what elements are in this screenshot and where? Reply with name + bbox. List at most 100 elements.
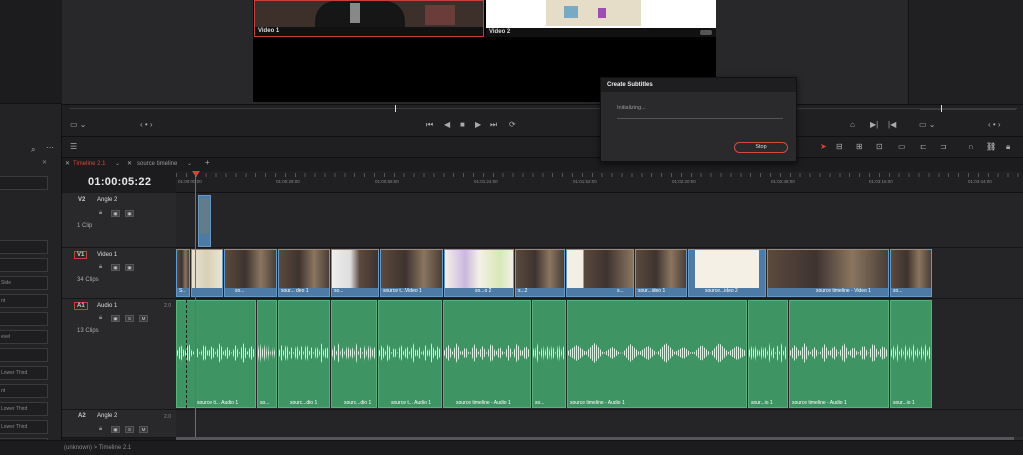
audio-clip[interactable]: so... <box>257 300 277 408</box>
link-icon[interactable]: ⛓ <box>986 142 996 151</box>
left-field[interactable] <box>0 258 48 272</box>
stop-button[interactable]: Stop <box>734 142 788 153</box>
match-frame-icon[interactable]: ⌂ <box>850 120 855 129</box>
left-item[interactable]: Lower Third <box>0 366 48 380</box>
video-clip[interactable]: source t...Video 1 <box>380 249 443 297</box>
blade-tool-icon[interactable]: ⊡ <box>876 142 883 151</box>
chevron-down-icon[interactable]: ⌄ <box>115 160 120 169</box>
lock-icon[interactable]: 🔒︎ <box>1006 142 1010 152</box>
playhead[interactable] <box>195 171 196 440</box>
video-clip[interactable]: so... <box>224 249 277 297</box>
skip-end-icon[interactable]: ⏭ <box>490 120 497 130</box>
auto-select-icon[interactable]: ▣ <box>111 264 120 271</box>
snapping-icon[interactable]: ∩ <box>968 142 974 151</box>
video-clip-v2[interactable] <box>198 195 211 247</box>
auto-select-icon[interactable]: ▣ <box>111 315 120 322</box>
tab-timeline[interactable]: Timeline 2.1 <box>73 160 105 169</box>
left-item[interactable]: nt <box>0 384 48 398</box>
angle-video-2[interactable]: Video 2 <box>486 0 716 37</box>
enable-track-icon[interactable]: ▣ <box>125 264 134 271</box>
enable-track-icon[interactable]: ▣ <box>125 210 134 217</box>
left-field[interactable] <box>0 176 48 190</box>
audio-clip[interactable]: sour...io 1 <box>748 300 788 408</box>
left-field[interactable] <box>0 312 48 326</box>
audio-clip[interactable]: sour...io 1 <box>890 300 932 408</box>
track-id[interactable]: V1 <box>74 251 88 259</box>
track-header-v1[interactable]: V1 Video 1 🔒︎ ▣ ▣ 34 Clips <box>62 248 176 299</box>
video-clip[interactable]: sour...ideo 1 <box>635 249 687 297</box>
viewer-mode-icon[interactable]: ▭ ⌄ <box>70 120 86 129</box>
left-item[interactable]: evel <box>0 330 48 344</box>
timeline-path[interactable]: (unknown) > Timeline 2.1 <box>64 445 131 451</box>
video-clip[interactable]: so...o 2 <box>444 249 514 297</box>
skip-start-icon[interactable]: ⏮ <box>426 120 433 130</box>
audio-clip[interactable]: sourc...dio 1 <box>278 300 330 408</box>
audio-clip[interactable]: sourc...dio 1 <box>331 300 377 408</box>
video-clip[interactable]: s...2 <box>515 249 565 297</box>
nav-arrows-icon[interactable]: ‹ • › <box>140 120 153 129</box>
video-clip[interactable]: S.. <box>176 249 190 297</box>
solo-button[interactable]: S <box>125 426 134 433</box>
audio-clip[interactable]: source timeline - Audio 1 <box>443 300 531 408</box>
stop-icon[interactable]: ■ <box>460 120 465 129</box>
left-item[interactable]: nt <box>0 294 48 308</box>
tab-source-timeline[interactable]: source timeline <box>137 160 177 169</box>
video-clip[interactable]: s... <box>566 249 634 297</box>
angle-video-1[interactable]: Video 1 <box>254 0 484 37</box>
jog-track[interactable] <box>920 109 1016 110</box>
nav-arrows-icon[interactable]: ‹ • › <box>988 120 1001 129</box>
close-icon[interactable]: ✕ <box>42 159 47 166</box>
solo-button[interactable]: S <box>125 315 134 322</box>
jog-handle[interactable] <box>941 105 942 112</box>
trim-tool-icon[interactable]: ⊟ <box>836 142 843 151</box>
left-item[interactable]: Lower Third <box>0 402 48 416</box>
dynamic-trim-icon[interactable]: ⊞ <box>856 142 863 151</box>
video-clip[interactable]: so... <box>890 249 932 297</box>
viewer-mode-icon[interactable]: ▭ ⌄ <box>919 120 935 129</box>
prev-icon[interactable]: |◀ <box>888 120 896 129</box>
audio-clip[interactable]: source ti... Audio 1 <box>176 300 256 408</box>
timeline-ruler[interactable]: 01:00:00:00 01:00:28:00 01:00:56:00 01:0… <box>176 171 1023 193</box>
auto-select-icon[interactable]: ▣ <box>111 426 120 433</box>
left-field[interactable] <box>0 348 48 362</box>
chevron-down-icon[interactable]: ⌄ <box>187 160 192 169</box>
track-header-a2[interactable]: A2 Angle 2 2.0 🔒︎ ▣ S M <box>62 410 176 438</box>
timeline-options-icon[interactable]: ☰ <box>70 142 77 151</box>
timecode-display[interactable]: 01:00:05:22 <box>88 176 151 188</box>
close-tab-icon[interactable]: ✕ <box>127 160 132 169</box>
track-header-a1[interactable]: A1 Audio 1 2.0 🔒︎ ▣ S M 13 Clips <box>62 299 176 410</box>
lock-icon[interactable]: 🔒︎ <box>99 315 102 322</box>
select-tool-icon[interactable]: ➤ <box>820 142 827 151</box>
more-icon[interactable]: ⋯ <box>46 143 54 152</box>
mute-button[interactable]: M <box>139 426 148 433</box>
reverse-icon[interactable]: ◀ <box>444 120 450 129</box>
audio-clip[interactable]: source t... Audio 1 <box>378 300 442 408</box>
track-id[interactable]: A1 <box>74 302 88 310</box>
jog-handle[interactable] <box>395 105 396 112</box>
track-header-v2[interactable]: V2 Angle 2 🔒︎ ▣ ▣ 1 Clip <box>62 193 176 248</box>
play-icon[interactable]: ▶ <box>475 120 481 129</box>
audio-clip[interactable]: source timeline - Audio 1 <box>789 300 889 408</box>
add-tab-icon[interactable]: + <box>205 158 210 167</box>
jog-track[interactable] <box>70 108 1017 109</box>
playhead-marker-icon[interactable] <box>192 171 200 177</box>
left-item[interactable]: Side <box>0 276 48 290</box>
left-item[interactable]: Lower Third <box>0 420 48 434</box>
search-icon[interactable]: ⌕ <box>31 145 35 155</box>
replace-icon[interactable]: ⊐ <box>940 142 947 151</box>
lock-icon[interactable]: 🔒︎ <box>99 426 102 433</box>
loop-icon[interactable]: ⟳ <box>509 120 516 129</box>
lock-icon[interactable]: 🔒︎ <box>99 210 102 217</box>
auto-select-icon[interactable]: ▣ <box>111 210 120 217</box>
left-field[interactable] <box>0 240 48 254</box>
audio-clip[interactable]: so... <box>532 300 566 408</box>
mute-button[interactable]: M <box>139 315 148 322</box>
video-clip[interactable]: sour... deo 1 <box>278 249 330 297</box>
video-clip[interactable]: so... <box>331 249 379 297</box>
video-clip[interactable]: source...ideo 2 <box>688 249 766 297</box>
next-icon[interactable]: ▶| <box>870 120 878 129</box>
video-clip[interactable]: source timeline - Video 1 <box>767 249 889 297</box>
lock-icon[interactable]: 🔒︎ <box>99 264 102 271</box>
insert-icon[interactable]: ▭ <box>898 142 906 151</box>
overwrite-icon[interactable]: ⊏ <box>920 142 927 151</box>
